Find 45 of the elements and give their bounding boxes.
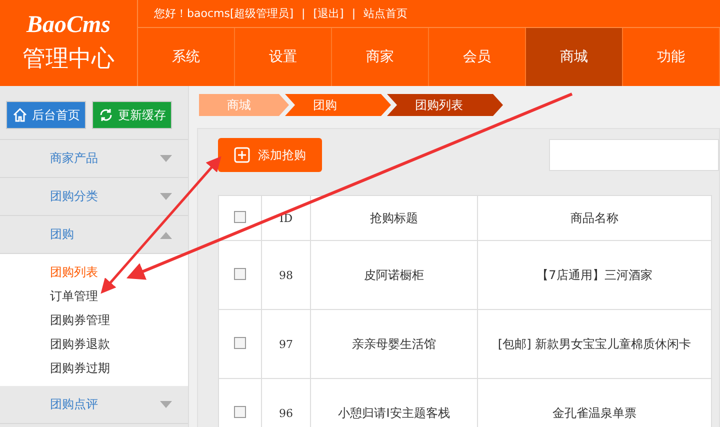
breadcrumb-item[interactable]: 团购列表 [387,94,503,116]
submenu-item[interactable]: 团购券过期 [0,356,188,380]
submenu-item[interactable]: 订单管理 [0,284,188,308]
greeting-text: 您好！baocms[超级管理员] [154,6,294,21]
breadcrumb-item[interactable]: 团购 [285,94,391,116]
submenu-item[interactable]: 团购券管理 [0,308,188,332]
caret-icon [160,154,172,162]
column-header: 商品名称 [478,196,712,240]
table-cell: 【7店通用】三河酒家 [478,240,712,310]
row-checkbox[interactable] [234,336,246,348]
brand-logo: BaoCms [26,12,111,39]
top-link[interactable]: 站点首页 [364,6,408,21]
plus-icon [234,147,250,163]
search-field[interactable] [549,139,719,171]
row-checkbox[interactable] [234,268,246,280]
row-checkbox[interactable] [234,406,246,418]
caret-icon [160,230,172,238]
table-cell: 97 [262,310,310,378]
refresh-cache-button[interactable]: 更新缓存 [92,101,172,129]
top-link[interactable]: [退出] [313,6,344,21]
add-button[interactable]: 添加抢购 [218,138,322,172]
admin-center-title: 管理中心 [22,45,114,74]
submenu-item[interactable]: 团购券退款 [0,332,188,356]
refresh-icon [98,107,114,123]
table-cell: 98 [262,240,310,310]
nav-tab[interactable]: 设置 [235,28,332,86]
table-cell: 皮阿诺橱柜 [310,240,478,310]
nav-tab[interactable]: 功能 [623,28,720,86]
column-header: 抢购标题 [310,196,478,240]
nav-tab[interactable]: 商家 [332,28,429,86]
home-button[interactable]: 后台首页 [6,101,86,129]
sidebar-menu-item[interactable]: 团购点评 [0,386,188,424]
sidebar-menu-item[interactable]: 团购分类 [0,178,188,216]
separator: | [302,7,306,20]
table-cell: 亲亲母婴生活馆 [310,310,478,378]
submenu-item[interactable]: 团购列表 [0,260,188,284]
breadcrumb-item[interactable]: 商城 [199,94,289,116]
nav-tab[interactable]: 商城 [526,28,623,86]
home-icon [12,107,28,123]
caret-icon [160,192,172,200]
select-all-checkbox[interactable] [234,210,246,222]
table-cell: [包邮] 新款男女宝宝儿童棉质休闲卡 [478,310,712,378]
sidebar-menu-item[interactable]: 商家产品 [0,140,188,178]
caret-icon [160,400,172,408]
separator: | [352,7,356,20]
